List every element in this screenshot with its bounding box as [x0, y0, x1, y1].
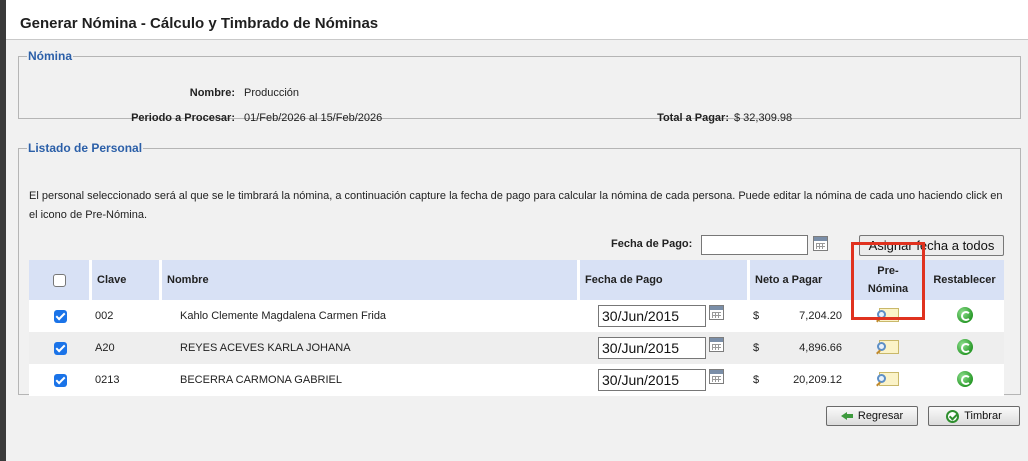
nomina-legend: Nómina [28, 49, 73, 63]
pre-nomina-icon[interactable] [876, 339, 900, 355]
row-nombre: REYES ACEVES KARLA JOHANA [159, 332, 577, 364]
select-all-cell [29, 260, 89, 300]
row-checkbox[interactable] [54, 373, 67, 387]
col-nombre: Nombre [159, 260, 577, 300]
row-fecha-cell: 30/Jun/2015 [577, 300, 747, 332]
table-row: A20 REYES ACEVES KARLA JOHANA 30/Jun/201… [29, 332, 1004, 364]
row-neto: 7,204.20 [799, 310, 842, 322]
row-neto-cell: $7,204.20 [747, 300, 851, 332]
row-fecha-input[interactable]: 30/Jun/2015 [598, 369, 706, 391]
row-check-cell [29, 364, 89, 396]
nombre-value: Producción [244, 87, 300, 99]
row-check-cell [29, 300, 89, 332]
row-check-cell [29, 332, 89, 364]
calendar-icon[interactable] [709, 337, 724, 352]
row-fecha-cell: 30/Jun/2015 [577, 332, 747, 364]
personal-table: Clave Nombre Fecha de Pago Neto a Pagar … [29, 260, 1004, 396]
calendar-icon[interactable] [709, 305, 724, 320]
assign-all-button[interactable]: Asignar fecha a todos [859, 235, 1004, 256]
col-pre-nomina-line1: Pre- [877, 265, 899, 277]
table-row: 0213 BECERRA CARMONA GABRIEL 30/Jun/2015… [29, 364, 1004, 396]
check-circle-icon [946, 409, 960, 423]
calendar-icon[interactable] [813, 236, 828, 251]
row-neto-cell: $4,896.66 [747, 332, 851, 364]
select-all-checkbox[interactable] [52, 273, 66, 287]
total-value: $ 32,309.98 [734, 112, 793, 124]
col-neto: Neto a Pagar [747, 260, 851, 300]
row-reset-cell [922, 364, 1004, 396]
periodo-value: 01/Feb/2026 al 15/Feb/2026 [244, 112, 383, 124]
listado-legend: Listado de Personal [28, 141, 143, 155]
nombre-label: Nombre: [189, 87, 235, 99]
timbrar-label: Timbrar [964, 410, 1002, 422]
total-label: Total a Pagar: [657, 112, 729, 124]
restablecer-icon[interactable] [956, 370, 973, 387]
row-currency: $ [753, 310, 760, 322]
regresar-button[interactable]: Regresar [826, 406, 918, 426]
row-nombre: BECERRA CARMONA GABRIEL [159, 364, 577, 396]
row-clave: 002 [89, 300, 159, 332]
restablecer-icon[interactable] [956, 338, 973, 355]
row-fecha-input[interactable]: 30/Jun/2015 [598, 337, 706, 359]
page-title: Generar Nómina - Cálculo y Timbrado de N… [6, 0, 1028, 40]
row-pre-cell [851, 332, 922, 364]
periodo-label: Periodo a Procesar: [131, 112, 235, 124]
row-pre-cell [851, 300, 922, 332]
row-neto: 4,896.66 [799, 342, 842, 354]
calendar-icon[interactable] [709, 369, 724, 384]
row-nombre: Kahlo Clemente Magdalena Carmen Frida [159, 300, 577, 332]
timbrar-button[interactable]: Timbrar [928, 406, 1020, 426]
row-neto: 20,209.12 [793, 374, 842, 386]
col-pre-nomina-line2: Nómina [867, 283, 909, 295]
row-currency: $ [753, 342, 760, 354]
restablecer-icon[interactable] [956, 306, 973, 323]
fecha-pago-input[interactable] [701, 235, 808, 255]
listado-fieldset: Listado de Personal El personal seleccio… [18, 141, 1021, 396]
back-arrow-icon [840, 411, 853, 421]
table-header-row: Clave Nombre Fecha de Pago Neto a Pagar … [29, 260, 1004, 300]
row-fecha-cell: 30/Jun/2015 [577, 364, 747, 396]
pre-nomina-icon[interactable] [876, 371, 900, 387]
row-pre-cell [851, 364, 922, 396]
regresar-label: Regresar [857, 410, 904, 422]
row-clave: A20 [89, 332, 159, 364]
col-clave: Clave [89, 260, 159, 300]
row-reset-cell [922, 300, 1004, 332]
page: Generar Nómina - Cálculo y Timbrado de N… [6, 0, 1028, 461]
pre-nomina-icon[interactable] [876, 307, 900, 323]
col-pre-nomina: Pre- Nómina [851, 260, 922, 300]
col-restablecer: Restablecer [922, 260, 1004, 300]
listado-description: El personal seleccionado será al que se … [29, 190, 1003, 221]
row-currency: $ [753, 374, 760, 386]
col-fecha-pago: Fecha de Pago [577, 260, 747, 300]
fecha-pago-label: Fecha de Pago: [611, 238, 693, 250]
row-fecha-input[interactable]: 30/Jun/2015 [598, 305, 706, 327]
row-clave: 0213 [89, 364, 159, 396]
row-neto-cell: $20,209.12 [747, 364, 851, 396]
row-reset-cell [922, 332, 1004, 364]
table-row: 002 Kahlo Clemente Magdalena Carmen Frid… [29, 300, 1004, 332]
row-checkbox[interactable] [54, 309, 67, 323]
nomina-fieldset: Nómina Nombre: Producción Periodo a Proc… [18, 49, 1021, 124]
row-checkbox[interactable] [54, 341, 67, 355]
